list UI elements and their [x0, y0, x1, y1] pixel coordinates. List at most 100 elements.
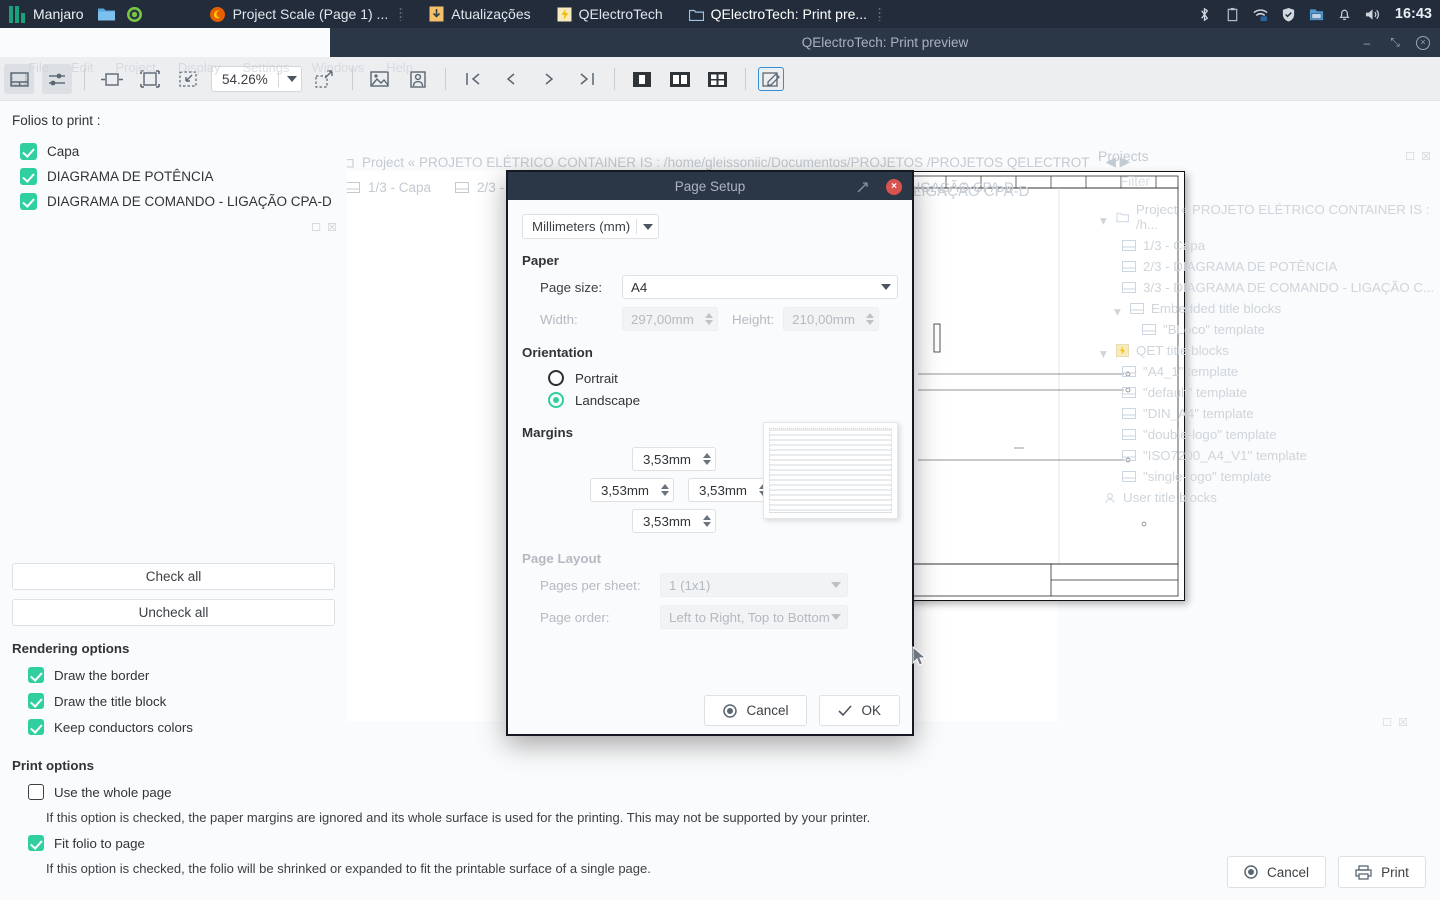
cancel-button[interactable]: Cancel — [1227, 856, 1326, 888]
minimize-button[interactable]: – — [1360, 36, 1374, 50]
tree-item[interactable]: "DIN_A4" template — [1090, 403, 1440, 424]
radio-button-selected[interactable] — [548, 392, 564, 408]
checkbox[interactable] — [28, 719, 44, 735]
orientation-portrait[interactable]: Portrait — [522, 367, 898, 389]
page-size-select[interactable]: A4 — [622, 275, 898, 299]
tree-item[interactable]: 2/3 - DIAGRAMA DE POTÊNCIA — [1090, 256, 1440, 277]
margin-bottom-spinbox[interactable]: 3,53mm — [632, 509, 716, 533]
folio-item-potencia[interactable]: DIAGRAMA DE POTÊNCIA — [0, 164, 347, 189]
option-fit-folio-to-page[interactable]: Fit folio to page — [0, 830, 347, 856]
bell-icon[interactable] — [1337, 7, 1352, 22]
tree-item[interactable]: 1/3 - Capa — [1090, 235, 1440, 256]
task-project-scale[interactable]: Project Scale (Page 1) ... — [209, 6, 404, 23]
tree-item[interactable]: 3/3 - DIAGRAMA DE COMANDO - LIGAÇÃO C... — [1090, 277, 1440, 298]
check-all-button[interactable]: Check all — [12, 563, 335, 590]
undock-icon[interactable]: ☐ — [1405, 150, 1415, 163]
margin-right-spinbox[interactable]: 3,53mm — [688, 478, 772, 502]
undock-icon[interactable]: ☐ — [1382, 716, 1392, 729]
checkbox[interactable] — [28, 693, 44, 709]
chevron-down-icon[interactable] — [881, 284, 891, 290]
chevron-down-icon[interactable] — [643, 224, 653, 230]
radio-button[interactable] — [548, 370, 564, 386]
tree-item[interactable]: ▾ Project « PROJETO ELÉTRICO CONTAINER I… — [1090, 199, 1440, 235]
tree-label: Embedded title blocks — [1151, 301, 1281, 316]
folio-item-comando[interactable]: DIAGRAMA DE COMANDO - LIGAÇÃO CPA-D — [0, 189, 347, 214]
tree-item[interactable]: "A4_1" template — [1090, 361, 1440, 382]
checkbox[interactable] — [20, 193, 37, 210]
start-menu-button[interactable]: Manjaro — [0, 0, 93, 28]
close-icon[interactable]: ☒ — [327, 221, 337, 234]
tree-item[interactable]: "default" template — [1090, 382, 1440, 403]
checkbox[interactable] — [28, 835, 44, 851]
print-button[interactable]: Print — [1338, 856, 1426, 888]
dialog-cancel-button[interactable]: Cancel — [704, 695, 807, 726]
folio-tab-1[interactable]: 1/3 - Capa — [346, 180, 431, 195]
menu-file[interactable]: File — [28, 60, 49, 75]
projects-tree: ▾ Project « PROJETO ELÉTRICO CONTAINER I… — [1090, 199, 1440, 508]
menu-windows[interactable]: Windows — [311, 60, 364, 75]
tree-item[interactable]: ▾ QET title blocks — [1090, 340, 1440, 361]
chevron-down-icon[interactable]: ▾ — [1100, 346, 1109, 355]
tree-item[interactable]: "double-logo" template — [1090, 424, 1440, 445]
task-atualizacoes[interactable]: Atualizações — [429, 6, 530, 22]
units-select[interactable]: Millimeters (mm) — [522, 214, 659, 239]
checkbox[interactable] — [28, 784, 44, 800]
menu-project[interactable]: Project — [115, 60, 155, 75]
spinner-arrows[interactable] — [703, 515, 711, 527]
spinner-arrows[interactable] — [866, 313, 874, 325]
menu-help[interactable]: Help — [386, 60, 413, 75]
tree-item[interactable]: "BLoco" template — [1090, 319, 1440, 340]
tree-item[interactable]: "single-logo" template — [1090, 466, 1440, 487]
menu-settings[interactable]: Settings — [242, 60, 289, 75]
spinner-arrows[interactable] — [661, 484, 669, 496]
page-order-select[interactable]: Left to Right, Top to Bottom — [660, 605, 848, 629]
task-qelectrotech[interactable]: QElectroTech — [557, 6, 663, 22]
dialog-close-button[interactable]: × — [886, 179, 902, 195]
tree-item[interactable]: ▾ Embedded title blocks — [1090, 298, 1440, 319]
chevron-down-icon[interactable]: ▾ — [1100, 213, 1109, 222]
tree-item[interactable]: "ISO7200_A4_V1" template — [1090, 445, 1440, 466]
volume-icon[interactable] — [1365, 7, 1380, 22]
checkbox[interactable] — [20, 168, 37, 185]
pages-per-sheet-select[interactable]: 1 (1x1) — [660, 573, 848, 597]
spinner-arrows[interactable] — [703, 453, 711, 465]
margin-left-spinbox[interactable]: 3,53mm — [590, 478, 674, 502]
width-spinbox[interactable]: 297,00mm — [622, 307, 718, 331]
option-use-whole-page[interactable]: Use the whole page — [0, 779, 347, 805]
close-icon[interactable]: ☒ — [1421, 150, 1431, 163]
uncheck-all-button[interactable]: Uncheck all — [12, 599, 335, 626]
height-spinbox[interactable]: 210,00mm — [783, 307, 879, 331]
chevron-down-icon[interactable] — [831, 614, 841, 620]
option-keep-conductor-colors[interactable]: Keep conductors colors — [0, 714, 347, 740]
bluetooth-icon[interactable] — [1197, 7, 1212, 22]
restore-button[interactable]: ⤡ — [1388, 36, 1402, 50]
option-draw-border[interactable]: Draw the border — [0, 662, 347, 688]
menu-display[interactable]: Display — [178, 60, 221, 75]
target-icon[interactable] — [126, 6, 143, 23]
undock-icon[interactable]: ☐ — [311, 221, 321, 234]
close-button[interactable]: × — [1416, 36, 1430, 50]
checkbox[interactable] — [28, 667, 44, 683]
clock[interactable]: 16:43 — [1395, 6, 1432, 22]
files-icon[interactable] — [1309, 7, 1324, 22]
clipboard-icon[interactable] — [1225, 7, 1240, 22]
restore-icon[interactable] — [857, 181, 868, 192]
margin-top-spinbox[interactable]: 3,53mm — [632, 447, 716, 471]
folder-icon[interactable] — [97, 6, 116, 22]
folio-item-capa[interactable]: Capa — [0, 139, 347, 164]
chevron-down-icon[interactable]: ▾ — [1114, 304, 1123, 313]
option-draw-title-block[interactable]: Draw the title block — [0, 688, 347, 714]
chevron-down-icon[interactable] — [831, 582, 841, 588]
task-print-preview[interactable]: QElectroTech: Print pre... — [689, 6, 882, 22]
filter-input[interactable]: Filter — [1090, 164, 1440, 189]
orientation-landscape[interactable]: Landscape — [522, 389, 898, 411]
wifi-icon[interactable] — [1253, 7, 1268, 22]
spinner-arrows[interactable] — [705, 313, 713, 325]
tree-item[interactable]: User title blocks — [1090, 487, 1440, 508]
menu-edit[interactable]: Edit — [71, 60, 93, 75]
close-icon[interactable]: ☒ — [1398, 716, 1408, 729]
window-icon — [689, 8, 704, 21]
checkbox[interactable] — [20, 143, 37, 160]
dialog-ok-button[interactable]: OK — [819, 695, 900, 726]
shield-icon[interactable] — [1281, 7, 1296, 22]
